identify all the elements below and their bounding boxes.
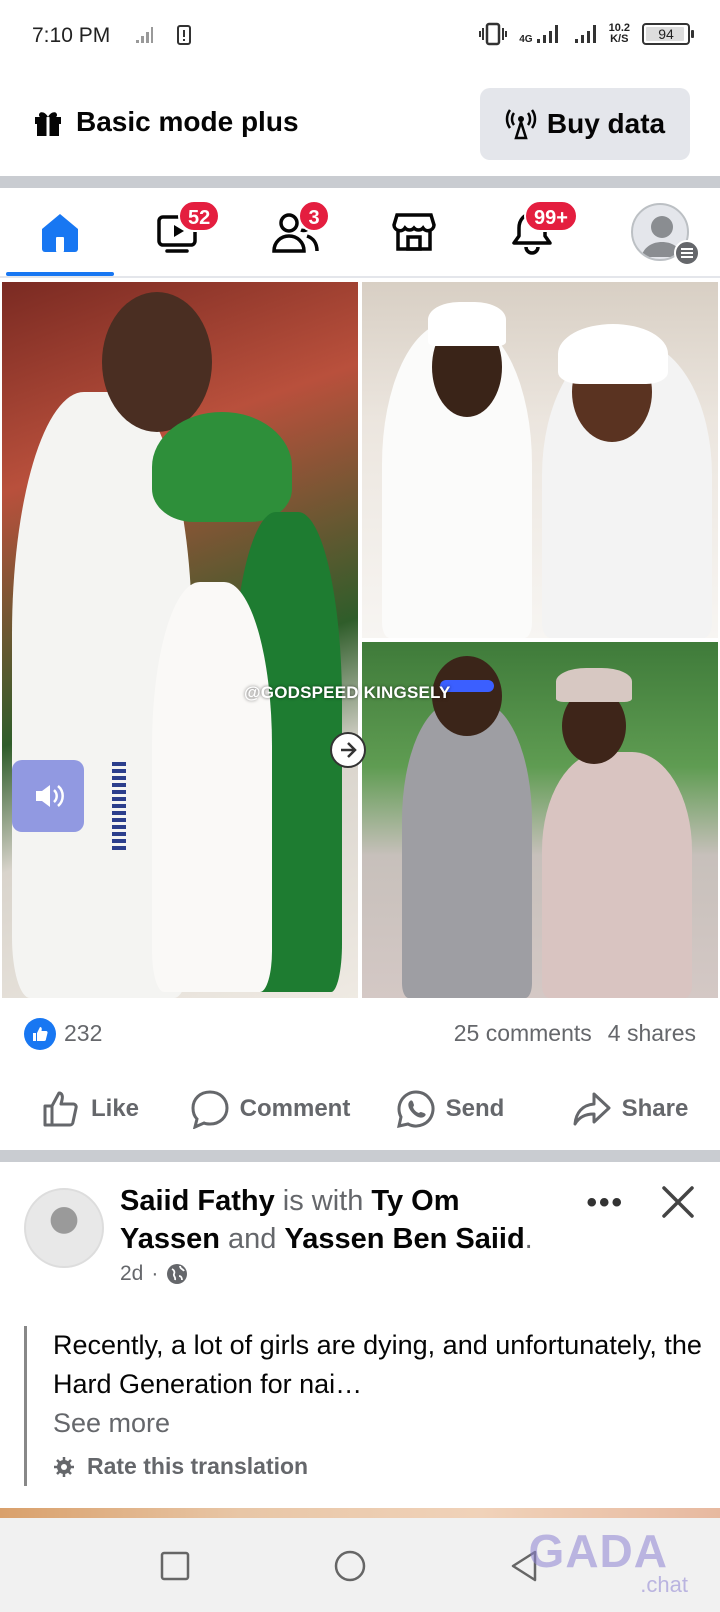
figure-hat: [556, 668, 632, 702]
home-button[interactable]: [330, 1546, 370, 1586]
vibrate-icon: [479, 22, 508, 46]
status-left-icons: [134, 24, 192, 46]
tab-home[interactable]: [0, 188, 120, 276]
figure-man-grey-suit: [402, 702, 532, 998]
menu-icon: [674, 240, 700, 266]
image-watermark: @GODSPEED KINGSELY: [244, 683, 451, 702]
share-button[interactable]: Share: [540, 1074, 720, 1144]
square-icon: [160, 1551, 190, 1581]
volume-icon: [36, 785, 64, 807]
post-body: Recently, a lot of girls are dying, and …: [53, 1330, 702, 1399]
figure-woman-white: [152, 582, 272, 992]
status-right: 4G 10.2 K/S 94: [479, 22, 694, 46]
figure-gele: [558, 324, 668, 384]
post-header: Saiid Fathy is with Ty Om Yassen and Yas…: [120, 1182, 560, 1258]
active-tab-indicator: [6, 272, 114, 276]
friends-badge: 3: [298, 200, 330, 232]
rate-translation-link[interactable]: Rate this translation: [53, 1447, 704, 1486]
home-icon: [42, 214, 78, 252]
notifications-badge: 99+: [524, 200, 578, 232]
basic-mode-label: Basic mode plus: [76, 106, 299, 137]
section-divider-2: [0, 1150, 720, 1162]
tab-profile[interactable]: [600, 188, 720, 276]
globe-icon: [167, 1264, 188, 1284]
thumbs-up-icon: [43, 1091, 78, 1127]
meta-separator: ·: [151, 1262, 159, 1285]
no-signal-icon: [136, 27, 153, 43]
close-icon: [662, 1186, 694, 1218]
figure-head: [102, 292, 212, 432]
close-button[interactable]: [658, 1182, 698, 1222]
author-avatar[interactable]: [24, 1188, 104, 1268]
figure-woman-pink-dress: [542, 752, 692, 998]
photo-top-right[interactable]: [362, 282, 718, 638]
tab-notifications[interactable]: 99+: [472, 188, 592, 276]
basic-mode-header: Basic mode plus Buy data: [0, 72, 720, 176]
buy-data-button[interactable]: Buy data: [480, 88, 690, 160]
gada-watermark: GADA: [528, 1525, 668, 1577]
with-text: is with: [282, 1185, 364, 1217]
send-button[interactable]: Send: [360, 1074, 540, 1144]
embroidery-detail: [112, 762, 126, 852]
gada-watermark-suffix: .chat: [640, 1572, 688, 1597]
next-post: Saiid Fathy is with Ty Om Yassen and Yas…: [0, 1162, 720, 1502]
post-time[interactable]: 2d: [120, 1262, 143, 1286]
comments-count[interactable]: 25 comments: [454, 1020, 592, 1047]
tab-video[interactable]: 52: [118, 188, 238, 276]
post-text: Recently, a lot of girls are dying, and …: [24, 1326, 704, 1486]
post-meta: 2d ·: [120, 1262, 188, 1286]
signal-icon: [536, 25, 558, 43]
comment-share-counts: 25 comments 4 shares: [454, 1020, 696, 1047]
figure-cap: [428, 302, 506, 346]
tab-marketplace[interactable]: [354, 188, 474, 276]
marketplace-icon: [392, 213, 436, 251]
video-badge: 52: [178, 200, 221, 232]
buy-data-label: Buy data: [546, 108, 666, 139]
network-type: 4G: [519, 34, 533, 45]
like-count[interactable]: 232: [64, 1020, 102, 1047]
comment-button[interactable]: Comment: [180, 1074, 360, 1144]
comment-icon: [191, 1090, 229, 1129]
more-options-button[interactable]: •••: [586, 1186, 624, 1220]
section-divider: [0, 176, 720, 188]
signal-icon-2: [574, 25, 596, 43]
sim-icon: [177, 25, 191, 45]
status-time: 7:10 PM: [32, 24, 111, 47]
gift-icon: [35, 112, 61, 136]
author-name[interactable]: Saiid Fathy: [120, 1185, 275, 1217]
shares-count[interactable]: 4 shares: [608, 1020, 696, 1047]
and-text: and: [228, 1223, 277, 1255]
see-more-link[interactable]: See more: [53, 1404, 704, 1443]
period-text: .: [524, 1223, 533, 1255]
post-photo-grid[interactable]: @GODSPEED KINGSELY: [0, 280, 720, 1000]
status-bar: 7:10 PM 4G 10.2 K/S 94: [0, 0, 720, 72]
figure-headwrap: [152, 412, 292, 522]
next-post-image-peek: [0, 1508, 720, 1518]
like-button[interactable]: Like: [0, 1074, 180, 1144]
basic-mode-title: Basic mode plus: [32, 106, 299, 138]
circle-icon: [334, 1550, 366, 1582]
like-reaction-icon[interactable]: [24, 1018, 56, 1050]
share-arrow-icon: [573, 1092, 611, 1126]
post-actions: Like Comment Send Share: [0, 1074, 720, 1144]
recents-button[interactable]: [155, 1546, 195, 1586]
battery-indicator: 94: [642, 23, 694, 45]
antenna-icon: [505, 109, 537, 140]
net-speed: 10.2 K/S: [608, 22, 630, 45]
main-nav: 52 3 99+: [0, 188, 720, 278]
post-reactions-bar: 232 25 comments 4 shares: [0, 1008, 720, 1064]
image-overlay-icon: [330, 732, 366, 768]
gear-icon: [54, 1456, 74, 1477]
system-nav-bar: GADA .chat: [0, 1518, 720, 1612]
volume-button[interactable]: [12, 760, 84, 832]
tagged-user-2[interactable]: Yassen Ben Saiid: [285, 1223, 525, 1255]
tab-friends[interactable]: 3: [236, 188, 356, 276]
photo-left[interactable]: [2, 282, 358, 998]
whatsapp-icon: [396, 1090, 435, 1128]
